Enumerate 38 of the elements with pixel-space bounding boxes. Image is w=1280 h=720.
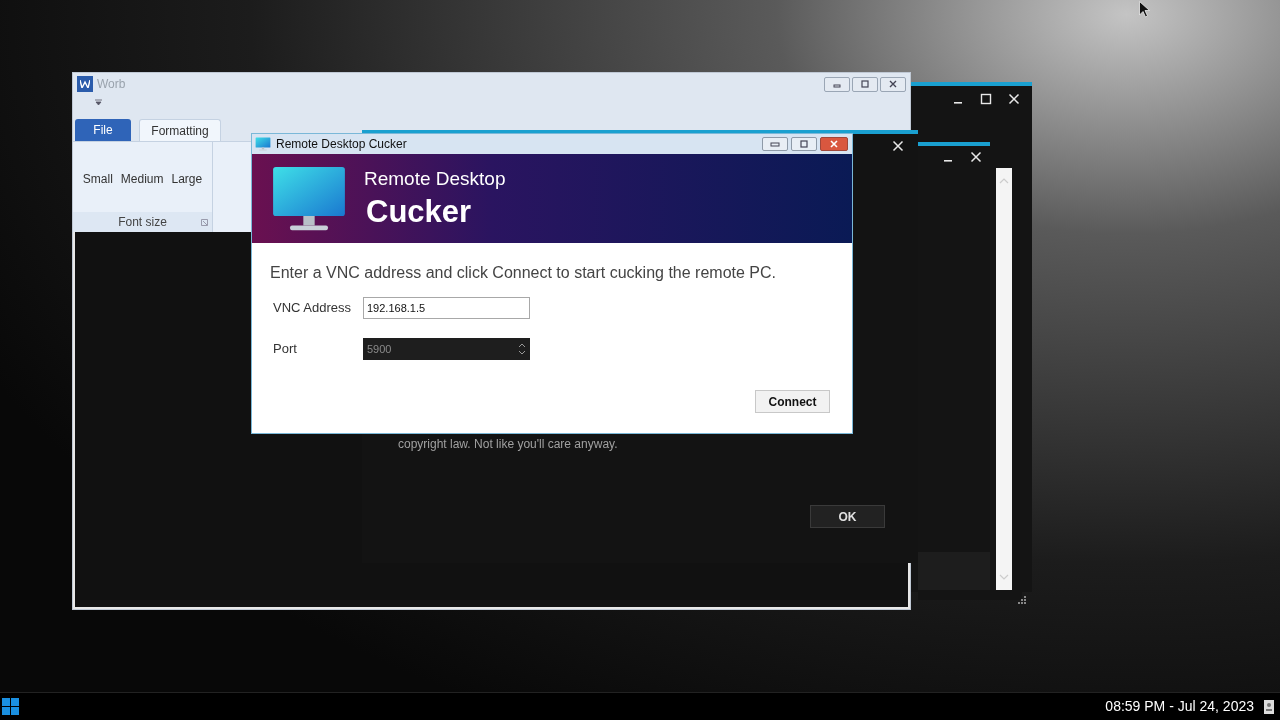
clock: 08:59 PM - Jul 24, 2023 xyxy=(1105,697,1254,716)
banner-title: Cucker xyxy=(366,192,473,231)
file-menu-button[interactable]: File xyxy=(75,119,131,141)
close-icon xyxy=(888,80,898,88)
font-size-button[interactable]: Large xyxy=(171,170,203,188)
ribbon-tab[interactable]: Formatting xyxy=(139,119,221,141)
maximize-button[interactable] xyxy=(791,137,817,151)
group-label: Font size xyxy=(118,214,167,231)
restore-icon xyxy=(800,140,808,148)
banner-heading: Remote Desktop xyxy=(364,166,506,191)
maximize-icon[interactable] xyxy=(980,93,992,105)
close-button[interactable] xyxy=(880,76,906,92)
resize-grip-icon[interactable] xyxy=(1018,596,1027,605)
minimize-icon xyxy=(770,141,780,147)
font-size-button[interactable]: Medium xyxy=(120,170,164,188)
notification-icon[interactable] xyxy=(1264,699,1274,714)
font-size-button[interactable]: Small xyxy=(82,170,113,188)
app-icon xyxy=(255,137,271,151)
address-field[interactable]: 192.168.1.5 xyxy=(363,297,530,319)
dropdown-icon[interactable] xyxy=(95,99,102,106)
start-icon[interactable] xyxy=(2,698,19,715)
close-icon[interactable] xyxy=(970,151,982,163)
close-icon[interactable] xyxy=(1008,93,1020,105)
close-button[interactable] xyxy=(820,137,848,151)
close-icon[interactable] xyxy=(892,140,904,152)
close-icon xyxy=(829,140,839,148)
restore-icon xyxy=(860,80,870,88)
field-label: VNC Address xyxy=(273,299,353,318)
field-label: Port xyxy=(273,340,298,359)
ok-button[interactable]: OK xyxy=(810,505,885,528)
window-title: Remote Desktop Cucker xyxy=(276,136,407,153)
cursor-icon xyxy=(1139,1,1150,18)
instruction-text: Enter a VNC address and click Connect to start cucking the remote PC. xyxy=(270,263,777,283)
message-text: copyright law. Not like you'll care anyway. xyxy=(398,436,618,453)
monitor-icon xyxy=(270,164,348,233)
window-title: Worb xyxy=(97,76,126,93)
app-icon xyxy=(77,76,93,92)
connect-button[interactable]: Connect xyxy=(755,390,830,413)
